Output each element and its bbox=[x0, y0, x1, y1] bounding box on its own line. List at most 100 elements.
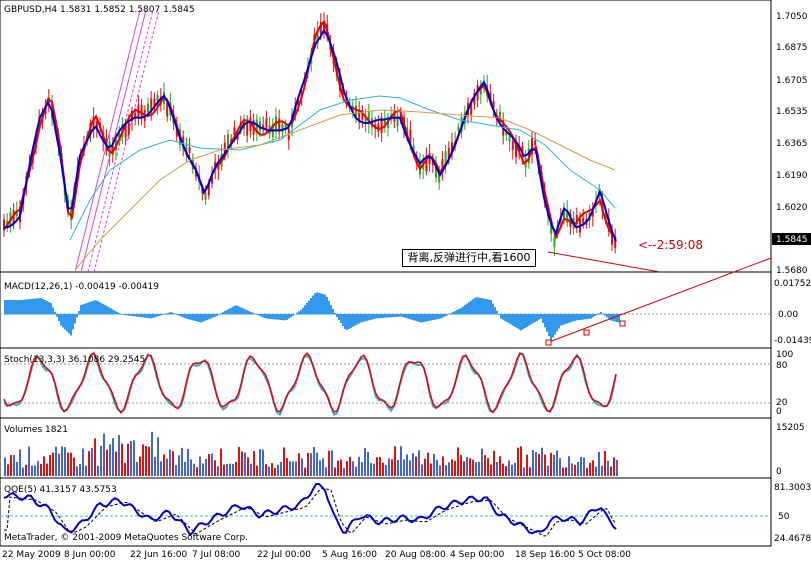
trendline-anchor[interactable] bbox=[583, 329, 590, 336]
macd-bar bbox=[484, 298, 486, 315]
macd-bar bbox=[560, 314, 562, 326]
macd-bar bbox=[126, 314, 128, 316]
volume-bar bbox=[25, 464, 27, 476]
volume-bar bbox=[496, 461, 498, 476]
macd-bar bbox=[322, 294, 324, 315]
macd-bar bbox=[138, 314, 140, 317]
macd-bar bbox=[548, 314, 550, 337]
macd-bar bbox=[576, 314, 578, 321]
volume-bar bbox=[127, 443, 129, 476]
volume-bar bbox=[247, 457, 249, 476]
macd-bar bbox=[226, 309, 228, 315]
macd-bar bbox=[44, 300, 46, 315]
volume-bar bbox=[493, 450, 495, 476]
price-tick: 1.6875 bbox=[776, 43, 808, 53]
macd-bar bbox=[158, 314, 160, 317]
macd-bar bbox=[606, 314, 608, 318]
volume-bar bbox=[571, 463, 573, 476]
volume-bar bbox=[208, 453, 210, 476]
volume-bar bbox=[142, 444, 144, 476]
macd-bar bbox=[242, 308, 244, 315]
volume-bar bbox=[442, 456, 444, 476]
macd-bar bbox=[308, 300, 310, 315]
volume-bar bbox=[346, 461, 348, 476]
volume-bar bbox=[157, 437, 159, 476]
volume-bar bbox=[358, 456, 360, 476]
volume-bar bbox=[490, 464, 492, 476]
volume-bar bbox=[256, 465, 258, 476]
macd-bar bbox=[274, 314, 276, 320]
macd-bar bbox=[460, 308, 462, 315]
macd-bar bbox=[238, 306, 240, 315]
qqe-axis-tick: 24.4678 bbox=[774, 534, 811, 544]
volume-bar bbox=[550, 452, 552, 476]
macd-bar bbox=[358, 314, 360, 324]
volume-bar bbox=[343, 467, 345, 476]
candle-body bbox=[246, 123, 249, 136]
volume-bar bbox=[310, 453, 312, 476]
macd-bar bbox=[544, 314, 546, 328]
macd-bar bbox=[172, 312, 174, 315]
macd-bar bbox=[258, 314, 260, 316]
macd-bar bbox=[178, 314, 180, 316]
volume-bar bbox=[49, 455, 51, 476]
volume-bar bbox=[37, 461, 39, 476]
macd-bar bbox=[324, 294, 326, 315]
macd-bar bbox=[348, 314, 350, 329]
macd-bar bbox=[532, 314, 534, 324]
volume-bar bbox=[610, 466, 612, 476]
macd-bar bbox=[350, 314, 352, 328]
volume-bar bbox=[454, 460, 456, 476]
macd-bar bbox=[392, 314, 394, 318]
macd-bar bbox=[514, 314, 516, 327]
macd-bar bbox=[236, 305, 238, 315]
price-tick: 1.5680 bbox=[776, 266, 808, 276]
bar-countdown-timer: <--2:59:08 bbox=[638, 238, 703, 252]
macd-bar bbox=[568, 314, 570, 323]
trendline-anchor[interactable] bbox=[619, 320, 626, 327]
macd-bar bbox=[104, 305, 106, 315]
volume-bar bbox=[322, 458, 324, 476]
macd-bar bbox=[516, 314, 518, 329]
macd-bar bbox=[84, 303, 86, 315]
volume-bar bbox=[103, 433, 105, 476]
macd-bar bbox=[166, 313, 168, 315]
volume-bar bbox=[211, 453, 213, 476]
macd-bar bbox=[86, 303, 88, 315]
macd-bar bbox=[216, 314, 218, 316]
macd-bar bbox=[468, 302, 470, 315]
qqe-axis-tick: 50 bbox=[778, 512, 790, 522]
indicator-axes: 0.01752 0.00 -0.01439 100 80 20 0 15205 … bbox=[774, 279, 811, 544]
macd-bar bbox=[608, 314, 610, 319]
macd-bar bbox=[422, 314, 424, 323]
macd-bar bbox=[362, 314, 364, 322]
volume-bar bbox=[337, 460, 339, 476]
price-tick: 1.7050 bbox=[776, 12, 808, 22]
macd-bar bbox=[298, 311, 300, 315]
macd-bar bbox=[124, 314, 126, 316]
macd-bar bbox=[454, 311, 456, 315]
volume-bar bbox=[100, 445, 102, 476]
annotation-label[interactable]: 背离,反弹进行中,看1600 bbox=[402, 249, 536, 267]
macd-bar bbox=[368, 314, 370, 321]
macd-bar bbox=[82, 304, 84, 315]
volume-bar bbox=[277, 464, 279, 476]
trendline-anchor[interactable] bbox=[545, 339, 552, 346]
macd-bar bbox=[100, 302, 102, 315]
volume-bar bbox=[406, 454, 408, 476]
macd-bar bbox=[364, 314, 366, 322]
volume-bar bbox=[28, 446, 30, 476]
volume-bar bbox=[538, 454, 540, 476]
volume-bar bbox=[583, 457, 585, 476]
volume-bar bbox=[466, 457, 468, 476]
macd-bar bbox=[8, 300, 10, 315]
candle-body bbox=[534, 140, 537, 146]
macd-bar bbox=[488, 299, 490, 315]
macd-bar bbox=[96, 300, 98, 315]
trading-chart[interactable]: 1.7050 1.6875 1.6705 1.6535 1.6365 1.619… bbox=[0, 0, 811, 562]
volume-bar bbox=[55, 446, 57, 476]
volume-bar bbox=[19, 449, 21, 476]
macd-bar bbox=[406, 314, 408, 319]
macd-bar bbox=[204, 314, 206, 321]
volume-bar bbox=[601, 465, 603, 476]
